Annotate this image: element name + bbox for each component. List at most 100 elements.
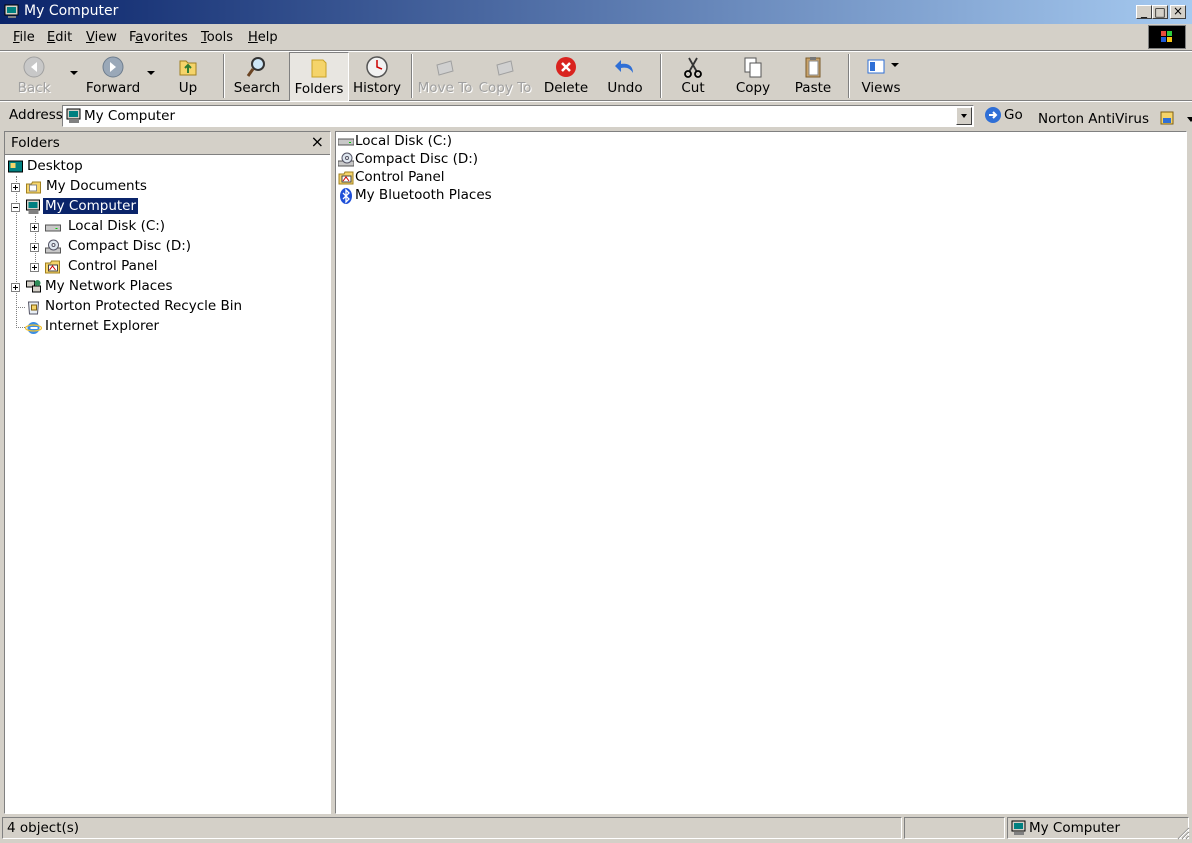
expand-toggle[interactable]: [30, 243, 39, 252]
window-title: My Computer: [24, 3, 119, 19]
search-button[interactable]: Search: [230, 52, 284, 100]
menu-view[interactable]: View: [86, 30, 117, 45]
close-pane-icon[interactable]: ×: [311, 132, 324, 151]
menu-help[interactable]: Help: [248, 30, 278, 45]
norton-icon: [1160, 111, 1174, 125]
status-panel-empty: [904, 817, 1005, 839]
forward-dropdown-icon[interactable]: [147, 71, 155, 75]
expand-toggle[interactable]: [11, 283, 20, 292]
cd-drive-icon: [338, 152, 354, 167]
copy-to-button[interactable]: Copy To: [476, 52, 534, 100]
copy-button[interactable]: Copy: [726, 52, 780, 100]
hard-drive-icon: [338, 138, 354, 146]
tree-item-local-disk[interactable]: Local Disk (C:): [44, 217, 304, 237]
resize-grip-icon[interactable]: [1176, 826, 1190, 840]
tree-item-label: My Documents: [46, 178, 147, 194]
address-input[interactable]: My Computer: [62, 105, 974, 127]
toolbar-separator: [223, 54, 225, 98]
maximize-icon: □: [1154, 5, 1166, 19]
tree-item-my-network-places[interactable]: My Network Places: [25, 277, 305, 297]
address-label: Address: [9, 107, 63, 123]
up-button[interactable]: Up: [162, 52, 214, 100]
paste-button[interactable]: Paste: [786, 52, 840, 100]
cd-drive-icon: [45, 239, 61, 254]
move-to-button[interactable]: Move To: [416, 52, 474, 100]
standard-toolbar: Back Forward Up Search Folders History M…: [0, 51, 1192, 102]
bluetooth-icon: [340, 188, 352, 204]
tree-item-control-panel[interactable]: Control Panel: [44, 257, 304, 277]
toolbar-separator: [411, 54, 413, 98]
tree-item-label: Desktop: [27, 158, 83, 174]
tree-item-label: Compact Disc (D:): [68, 238, 192, 254]
folder-icon: [311, 59, 327, 78]
tree-line: [16, 307, 25, 309]
expand-toggle[interactable]: [30, 223, 39, 232]
tree-line: [16, 176, 18, 328]
history-button[interactable]: History: [350, 52, 404, 100]
close-button[interactable]: ×: [1170, 4, 1186, 19]
tree-item-compact-disc[interactable]: Compact Disc (D:): [44, 237, 304, 257]
cut-button[interactable]: Cut: [667, 52, 719, 100]
tree-item-label: My Computer: [43, 198, 139, 214]
tree-item-label: Control Panel: [68, 258, 158, 274]
list-item-compact-disc[interactable]: Compact Disc (D:): [338, 151, 478, 169]
views-button[interactable]: Views: [856, 52, 906, 100]
norton-antivirus-toolbar[interactable]: Norton AntiVirus: [1038, 107, 1192, 127]
list-item-my-bluetooth-places[interactable]: My Bluetooth Places: [338, 187, 492, 205]
my-computer-icon: [4, 4, 19, 18]
tree-item-label: Internet Explorer: [45, 318, 160, 334]
undo-arrow-icon: [615, 60, 633, 73]
tree-line: [16, 327, 25, 329]
internet-explorer-icon: [25, 322, 42, 334]
menu-tools[interactable]: Tools: [201, 30, 233, 45]
collapse-toggle[interactable]: [11, 203, 20, 212]
menu-favorites[interactable]: Favorites: [129, 30, 188, 45]
address-bar: Address My Computer Go Norton AntiVirus: [0, 101, 1192, 129]
delete-button[interactable]: Delete: [540, 52, 592, 100]
my-computer-icon: [26, 199, 40, 214]
undo-button[interactable]: Undo: [598, 52, 652, 100]
back-button[interactable]: Back: [8, 52, 60, 100]
folders-pane: Folders × Desktop My Documents My Comput…: [4, 131, 331, 814]
tree-item-internet-explorer[interactable]: Internet Explorer: [25, 317, 305, 337]
menu-file[interactable]: File: [13, 30, 35, 45]
forward-arrow-icon: [102, 56, 124, 78]
views-dropdown-icon[interactable]: [891, 63, 899, 67]
move-to-icon: [436, 60, 454, 76]
network-places-icon: [26, 280, 41, 293]
expand-toggle[interactable]: [11, 183, 20, 192]
copy-to-icon: [496, 60, 514, 76]
minimize-button[interactable]: _: [1136, 4, 1152, 19]
desktop-icon: [8, 160, 23, 173]
search-icon: [246, 57, 265, 77]
tree-item-desktop[interactable]: Desktop: [7, 157, 307, 177]
list-item-control-panel[interactable]: Control Panel: [338, 169, 448, 187]
maximize-button[interactable]: □: [1152, 5, 1168, 19]
go-button[interactable]: Go: [982, 104, 1032, 126]
close-icon: ×: [1172, 4, 1184, 18]
folders-pane-title: Folders: [11, 135, 60, 151]
control-panel-icon: [45, 260, 60, 274]
file-list-pane[interactable]: Local Disk (C:) Compact Disc (D:) Contro…: [335, 131, 1187, 814]
control-panel-icon: [338, 171, 354, 185]
address-dropdown-button[interactable]: [956, 107, 972, 125]
tree-item-label: Local Disk (C:): [68, 218, 166, 234]
tree-item-my-documents[interactable]: My Documents: [25, 177, 305, 197]
menu-edit[interactable]: Edit: [47, 30, 72, 45]
folders-button[interactable]: Folders: [289, 52, 349, 102]
expand-toggle[interactable]: [30, 263, 39, 272]
status-count: 4 object(s): [7, 820, 80, 836]
chevron-down-icon[interactable]: [1186, 115, 1192, 123]
minimize-icon: _: [1141, 4, 1147, 18]
forward-button[interactable]: Forward: [84, 52, 142, 100]
menu-bar: File Edit View Favorites Tools Help: [0, 24, 1192, 51]
back-dropdown-icon[interactable]: [70, 71, 78, 75]
list-item-local-disk[interactable]: Local Disk (C:): [338, 133, 458, 151]
tree-item-norton-recycle-bin[interactable]: Norton Protected Recycle Bin: [25, 297, 325, 317]
tree-item-my-computer[interactable]: My Computer: [25, 197, 305, 217]
title-bar[interactable]: My Computer _ □ ×: [0, 0, 1192, 24]
history-clock-icon: [366, 56, 388, 78]
go-arrow-icon: [985, 107, 1001, 123]
chevron-down-icon: [961, 114, 967, 118]
recycle-bin-icon: [27, 301, 40, 315]
